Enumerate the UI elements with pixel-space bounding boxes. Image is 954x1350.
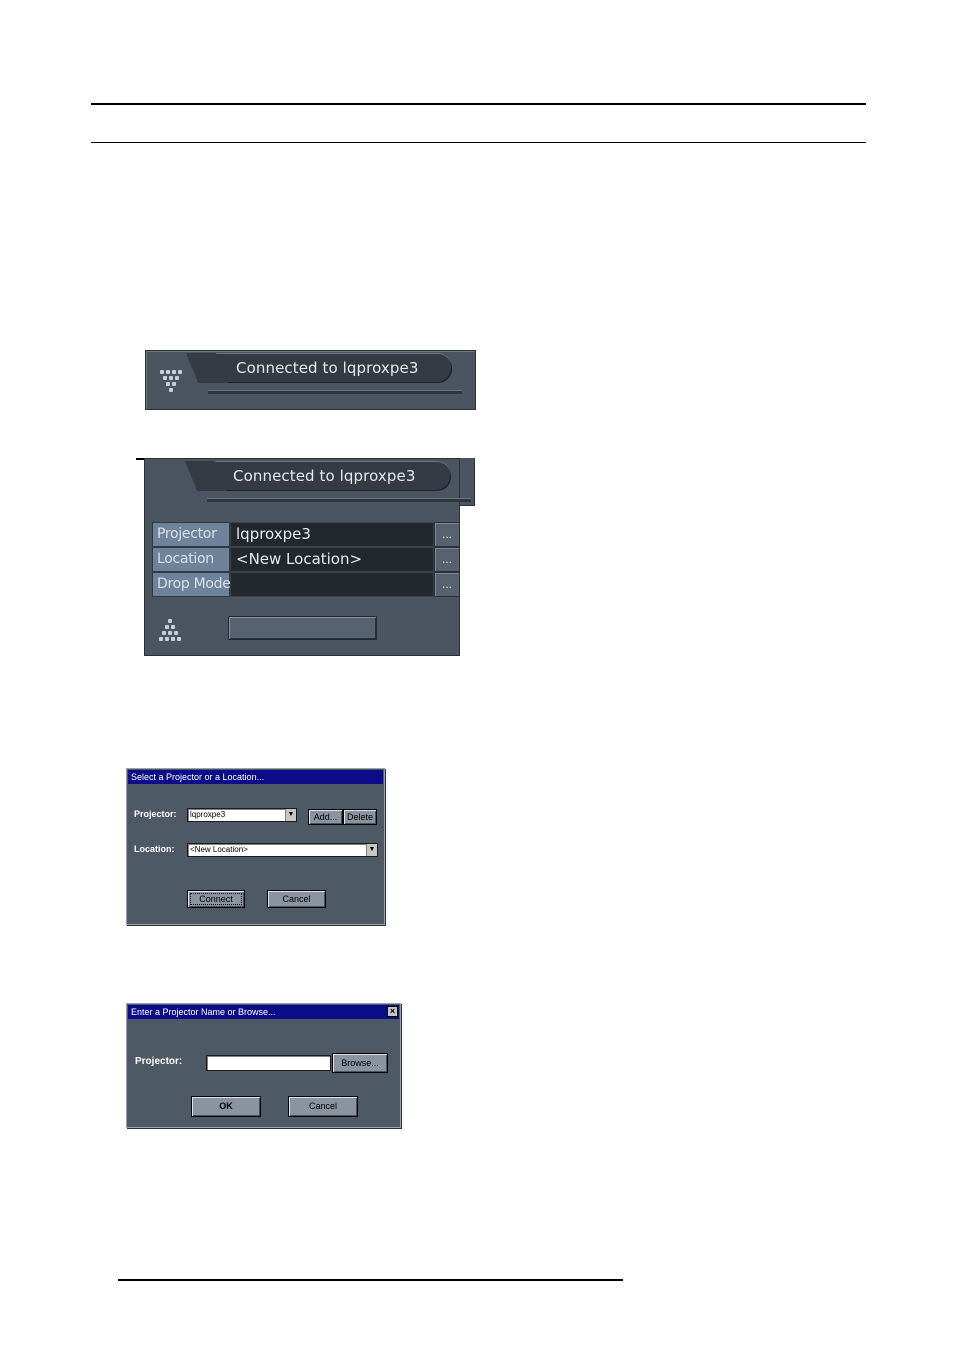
projector-select-value: lqproxpe3 — [190, 810, 226, 819]
connection-status-text: Connected to lqproxpe3 — [236, 359, 419, 377]
location-value[interactable]: <New Location> — [230, 547, 434, 572]
projector-label: Projector: — [135, 1056, 183, 1067]
status-tab[interactable]: Connected to lqproxpe3 — [208, 353, 452, 383]
header-rule-top — [91, 103, 866, 105]
browse-button[interactable]: Browse... — [332, 1053, 388, 1073]
add-button[interactable]: Add... — [308, 809, 343, 825]
footer-rule — [118, 1279, 623, 1281]
projector-browse-button[interactable]: ... — [434, 522, 460, 547]
cancel-button[interactable]: Cancel — [267, 890, 326, 908]
location-select[interactable]: <New Location> ▼ — [187, 843, 378, 857]
enter-projector-dialog: Enter a Projector Name or Browse... × Pr… — [126, 1003, 401, 1128]
cancel-button[interactable]: Cancel — [288, 1096, 358, 1117]
drop-mode-browse-button[interactable]: ... — [434, 572, 460, 597]
projector-label: Projector: — [134, 809, 177, 819]
projector-name-input[interactable] — [206, 1055, 331, 1071]
close-icon[interactable]: × — [387, 1006, 398, 1017]
projector-value[interactable]: lqproxpe3 — [230, 522, 434, 547]
status-tab[interactable]: Connected to lqproxpe3 — [207, 461, 451, 491]
property-row-projector: Projector lqproxpe3 ... — [152, 522, 460, 547]
location-select-value: <New Location> — [190, 845, 248, 854]
property-row-drop-mode: Drop Mode ... — [152, 572, 460, 597]
property-row-location: Location <New Location> ... — [152, 547, 460, 572]
header-rule-bottom — [91, 142, 866, 143]
status-underbar — [208, 390, 462, 394]
location-browse-button[interactable]: ... — [434, 547, 460, 572]
dialog-title: Enter a Projector Name or Browse... — [131, 1007, 276, 1017]
property-label: Drop Mode — [152, 572, 231, 597]
connection-bar-collapsed: Connected to lqproxpe3 — [145, 350, 476, 410]
connection-status-text: Connected to lqproxpe3 — [233, 467, 416, 485]
delete-button[interactable]: Delete — [343, 809, 377, 825]
chevron-down-icon[interactable]: ▼ — [366, 844, 377, 856]
select-projector-dialog: Select a Projector or a Location... Proj… — [126, 768, 385, 925]
ok-button[interactable]: OK — [191, 1096, 261, 1117]
connect-button[interactable]: Connect — [187, 890, 245, 908]
connection-panel-expanded: Connected to lqproxpe3 Projector lqproxp… — [144, 458, 475, 656]
property-label: Location — [152, 547, 230, 572]
property-label: Projector — [152, 522, 230, 547]
projector-select[interactable]: lqproxpe3 ▼ — [187, 808, 297, 822]
chevron-down-icon[interactable]: ▼ — [285, 809, 296, 821]
location-label: Location: — [134, 844, 175, 854]
dialog-titlebar[interactable]: Select a Projector or a Location... — [128, 770, 383, 784]
status-underbar — [207, 498, 471, 502]
dialog-titlebar[interactable]: Enter a Projector Name or Browse... × — [128, 1005, 399, 1019]
action-button[interactable] — [228, 616, 377, 640]
drop-mode-value[interactable] — [230, 572, 434, 597]
